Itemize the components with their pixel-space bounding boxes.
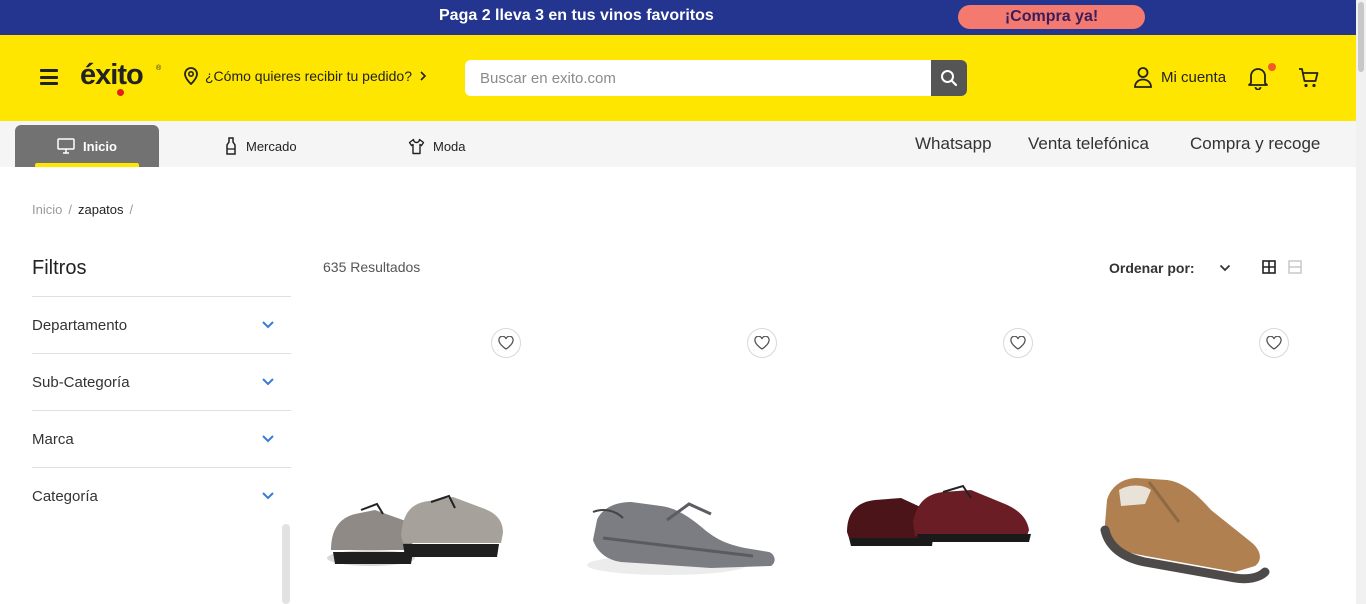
- product-card[interactable]: [1079, 320, 1309, 604]
- promo-buy-button[interactable]: ¡Compra ya!: [958, 5, 1145, 29]
- heart-icon: [498, 336, 514, 350]
- tab-label: Moda: [433, 138, 466, 154]
- results-count: 635 Resultados: [323, 259, 421, 275]
- filters-title: Filtros: [32, 257, 87, 279]
- favorite-button[interactable]: [491, 328, 521, 358]
- list-view-icon: [1288, 260, 1302, 274]
- chevron-down-icon: [1219, 264, 1230, 272]
- page-scrollbar-thumb[interactable]: [1358, 2, 1364, 72]
- nav-link-recoge[interactable]: Compra y recoge: [1190, 134, 1320, 154]
- chevron-down-icon: [262, 435, 274, 443]
- product-card[interactable]: [823, 320, 1053, 604]
- logo-text: éxito: [80, 59, 144, 91]
- filter-label: Departamento: [32, 316, 128, 334]
- breadcrumb: Inicio / zapatos /: [32, 202, 133, 217]
- filter-label: Sub-Categoría: [32, 373, 130, 391]
- product-card[interactable]: [567, 320, 797, 604]
- menu-icon[interactable]: [40, 69, 58, 85]
- notification-badge: [1268, 63, 1276, 71]
- chevron-down-icon: [262, 378, 274, 386]
- search-bar: [465, 60, 967, 96]
- tab-label: Mercado: [246, 138, 297, 154]
- favorite-button[interactable]: [1003, 328, 1033, 358]
- header: éxito ® ¿Cómo quieres recibir tu pedido?…: [0, 35, 1356, 121]
- list-view-button[interactable]: [1288, 260, 1302, 279]
- favorite-button[interactable]: [1259, 328, 1289, 358]
- nav-link-whatsapp[interactable]: Whatsapp: [915, 134, 992, 154]
- filter-label: Marca: [32, 430, 74, 448]
- bell-icon: [1248, 68, 1268, 91]
- logo-dot: [117, 89, 124, 96]
- notifications-button[interactable]: [1247, 63, 1276, 95]
- promo-text: Paga 2 lleva 3 en tus vinos favoritos: [439, 7, 714, 24]
- delivery-selector[interactable]: ¿Cómo quieres recibir tu pedido?: [183, 67, 428, 85]
- filter-marca[interactable]: Marca: [32, 410, 291, 467]
- product-card[interactable]: [311, 320, 541, 604]
- grid-view-icon: [1262, 260, 1276, 274]
- tab-mercado[interactable]: Mercado: [224, 125, 297, 167]
- heart-icon: [1010, 336, 1026, 350]
- category-nav: Inicio Mercado Moda Whatsapp Venta telef…: [0, 121, 1356, 167]
- cart-icon: [1299, 68, 1319, 88]
- delivery-label: ¿Cómo quieres recibir tu pedido?: [205, 68, 412, 84]
- logo-registered-mark: ®: [156, 65, 161, 72]
- account-button[interactable]: Mi cuenta: [1133, 66, 1226, 88]
- heart-icon: [1266, 336, 1282, 350]
- exito-logo[interactable]: éxito ®: [80, 59, 161, 96]
- shirt-icon: [408, 138, 425, 154]
- grey-water-shoes[interactable]: [567, 440, 797, 590]
- metallic-brogue-shoes[interactable]: [311, 440, 541, 590]
- account-label: Mi cuenta: [1161, 68, 1227, 86]
- chevron-right-icon: [420, 71, 427, 81]
- burgundy-patent-brogues[interactable]: [823, 440, 1053, 590]
- page-scrollbar[interactable]: [1356, 0, 1366, 604]
- breadcrumb-separator: /: [68, 202, 72, 217]
- nav-link-telefonica[interactable]: Venta telefónica: [1028, 134, 1149, 154]
- breadcrumb-current[interactable]: zapatos: [78, 202, 124, 217]
- tab-moda[interactable]: Moda: [408, 125, 466, 167]
- sort-dropdown[interactable]: Ordenar por:: [1109, 260, 1231, 276]
- filters-scrollbar[interactable]: [282, 524, 290, 604]
- active-tab-indicator: [35, 163, 139, 167]
- heart-icon: [754, 336, 770, 350]
- breadcrumb-home[interactable]: Inicio: [32, 202, 62, 217]
- promo-bar: Paga 2 lleva 3 en tus vinos favoritos ¡C…: [0, 0, 1356, 35]
- user-icon: [1134, 67, 1152, 88]
- tab-label: Inicio: [83, 138, 117, 154]
- search-button[interactable]: [931, 60, 967, 96]
- tab-inicio[interactable]: Inicio: [15, 125, 159, 167]
- chevron-down-icon: [262, 321, 274, 329]
- search-icon: [941, 70, 958, 87]
- monitor-icon: [57, 138, 75, 154]
- search-input[interactable]: [465, 60, 931, 96]
- filter-subcategoria[interactable]: Sub-Categoría: [32, 353, 291, 410]
- sort-label: Ordenar por:: [1109, 260, 1195, 276]
- filter-label: Categoría: [32, 487, 98, 505]
- filter-departamento[interactable]: Departamento: [32, 296, 291, 353]
- bottle-icon: [226, 137, 236, 155]
- cart-button[interactable]: [1298, 67, 1320, 94]
- filter-categoria[interactable]: Categoría: [32, 467, 291, 524]
- favorite-button[interactable]: [747, 328, 777, 358]
- tan-slip-on-shoe[interactable]: [1079, 440, 1309, 590]
- chevron-down-icon: [262, 492, 274, 500]
- location-pin-icon: [184, 67, 198, 85]
- grid-view-button[interactable]: [1262, 260, 1276, 279]
- breadcrumb-separator: /: [129, 202, 134, 217]
